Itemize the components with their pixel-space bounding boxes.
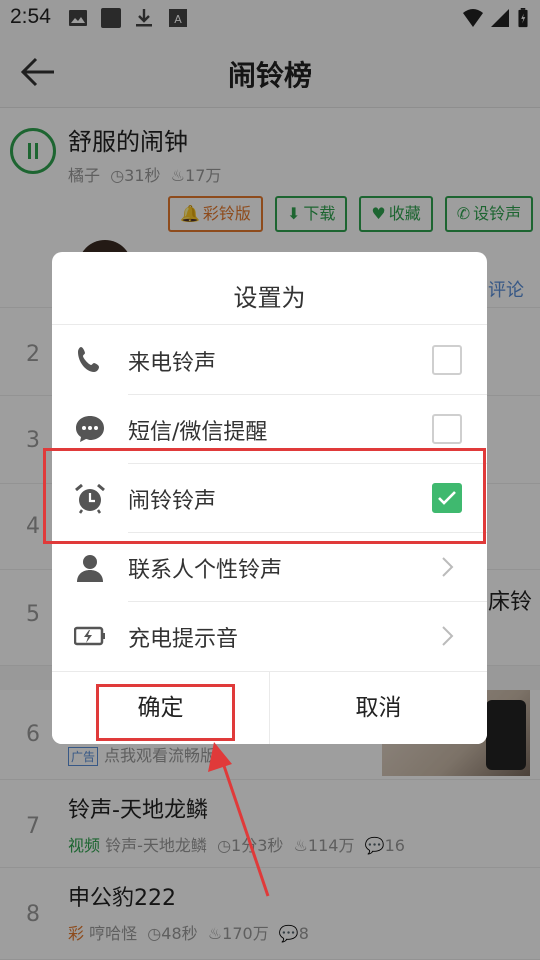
option-label: 充电提示音 [128, 627, 239, 652]
option-charging-sound[interactable]: 充电提示音 [52, 601, 487, 670]
contact-icon [77, 555, 103, 582]
dialog-title: 设置为 [233, 284, 306, 312]
highlight-box-confirm [96, 684, 235, 741]
message-icon [76, 416, 104, 442]
highlight-box-alarm-option [43, 448, 486, 544]
incoming-call-checkbox[interactable] [432, 345, 462, 375]
option-label: 联系人个性铃声 [128, 558, 283, 583]
option-label: 来电铃声 [128, 351, 217, 376]
battery-charging-icon [74, 626, 105, 646]
option-label: 短信/微信提醒 [128, 420, 268, 445]
sms-wechat-checkbox[interactable] [432, 414, 462, 444]
chevron-right-icon [442, 626, 454, 646]
chevron-right-icon [442, 557, 454, 577]
option-incoming-call-ringtone[interactable]: 来电铃声 [52, 325, 487, 394]
phone-icon [78, 347, 99, 372]
cancel-button[interactable]: 取消 [270, 672, 487, 744]
